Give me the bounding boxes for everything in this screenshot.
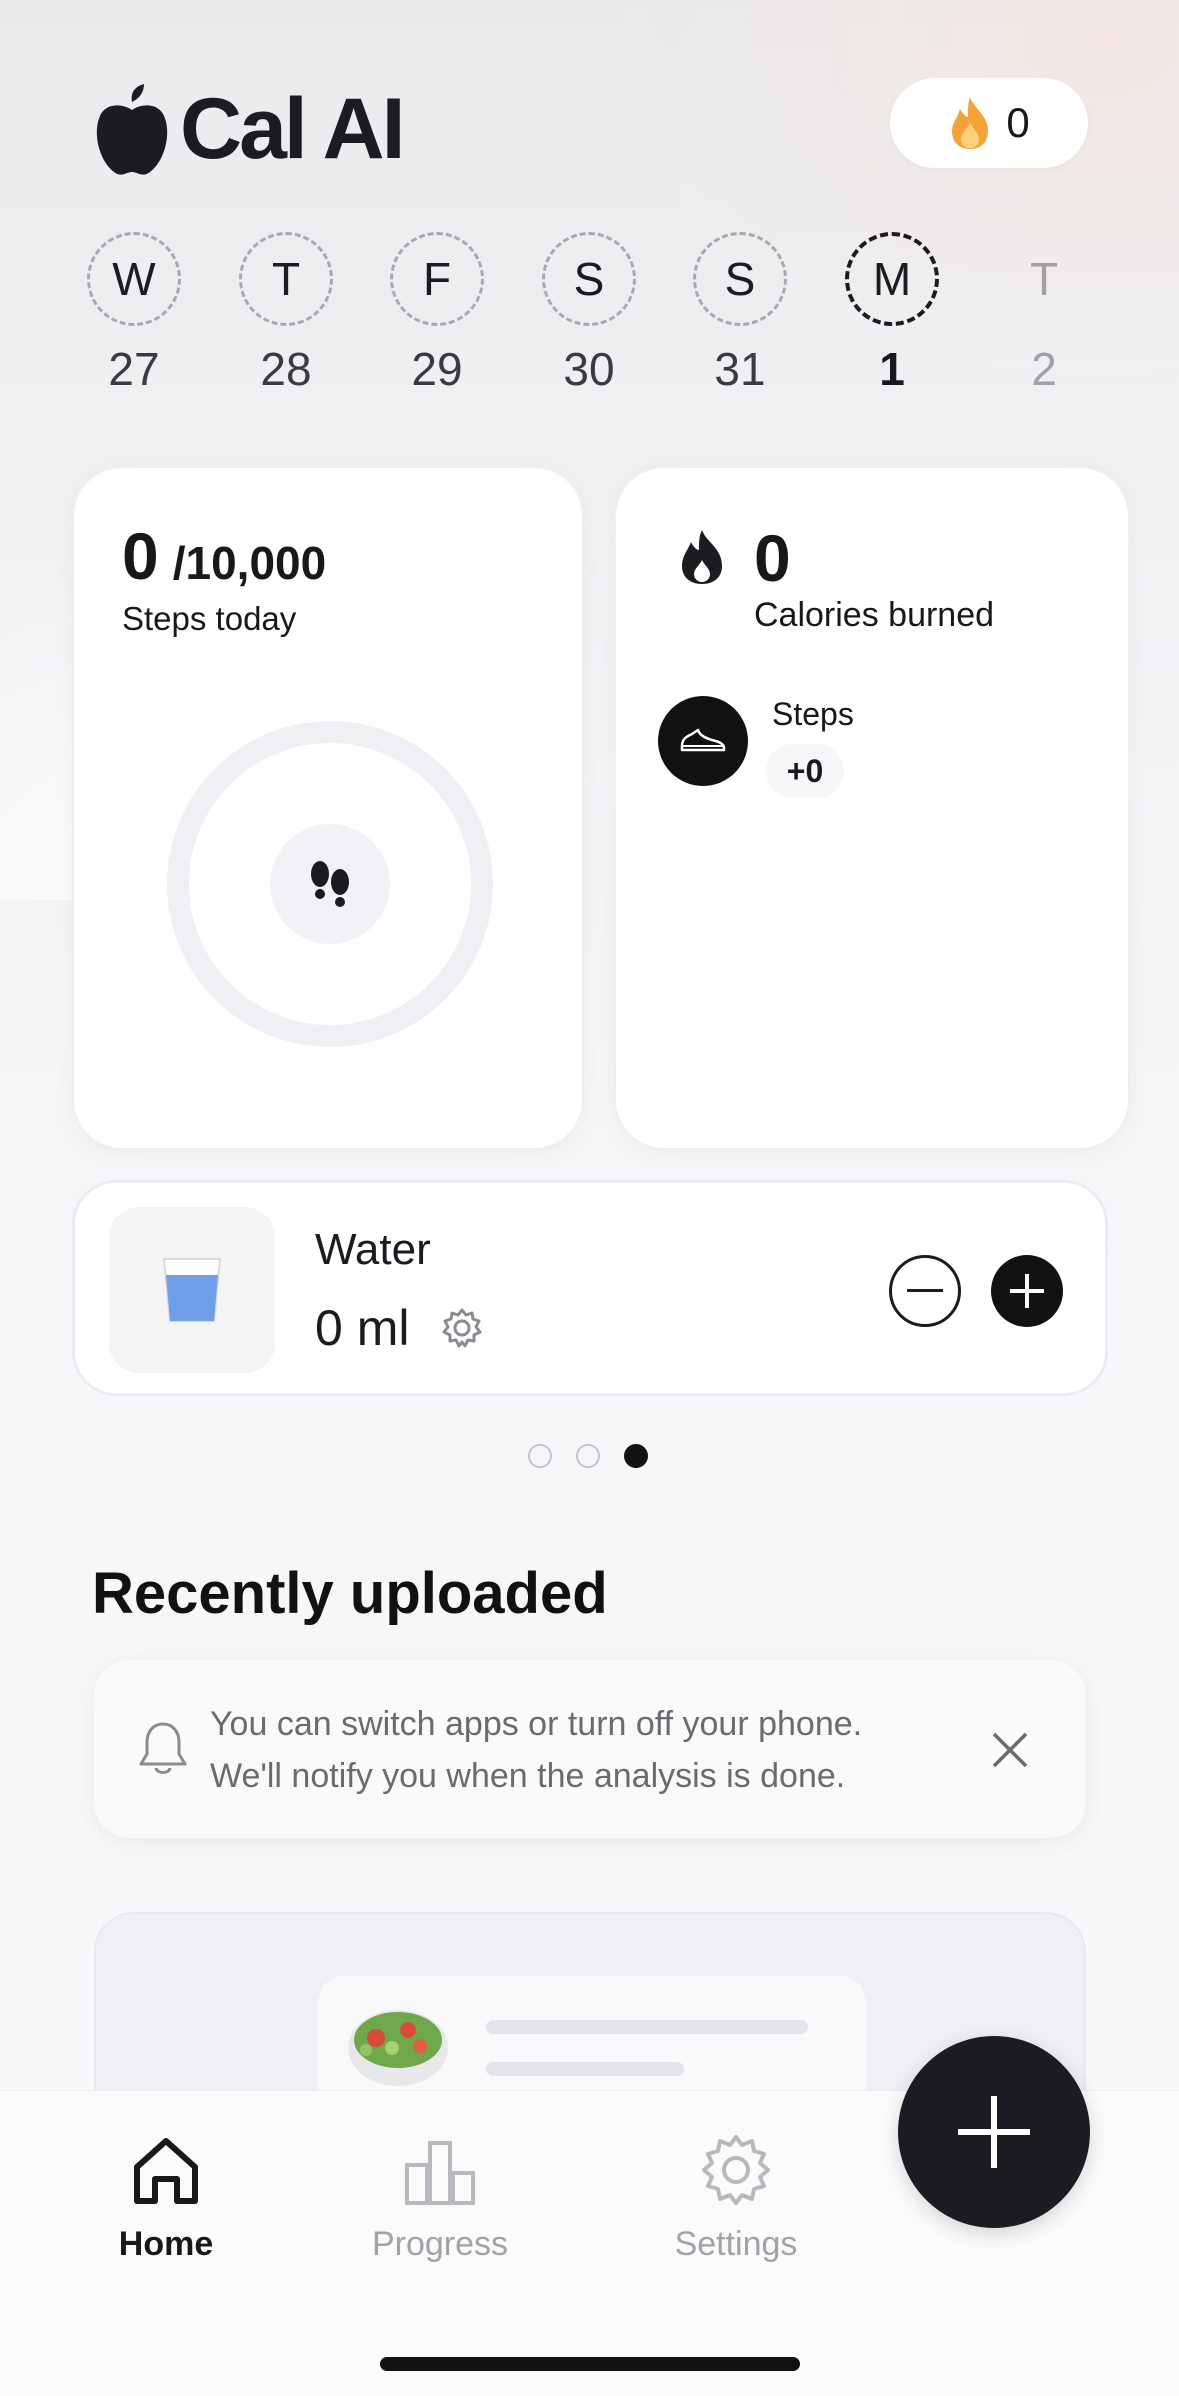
tab-home[interactable]: Home [66,2131,266,2264]
gear-icon[interactable] [441,1307,483,1349]
water-amount: 0 ml [315,1300,410,1356]
day-date: 1 [879,343,905,395]
water-increase-button[interactable] [991,1255,1063,1327]
steps-goal: /10,000 [172,537,327,589]
day-letter: S [542,232,636,326]
app-header: Cal AI [94,80,406,179]
page-dot-active[interactable] [624,1444,648,1468]
day-date: 2 [1031,343,1057,395]
water-card: Water 0 ml [72,1180,1108,1396]
day-letter: T [1029,253,1059,305]
day-date: 30 [563,343,615,395]
day-letter: W [87,232,181,326]
day-date: 28 [260,343,312,395]
home-indicator [380,2357,800,2371]
day-date: 27 [108,343,160,395]
notice-line-2: We'll notify you when the analysis is do… [210,1757,846,1795]
water-glass-icon [109,1207,275,1373]
water-title: Water [315,1225,431,1274]
notice-line-1: You can switch apps or turn off your pho… [210,1705,863,1743]
day-sat-30[interactable]: S 30 [539,232,639,396]
steps-count: 0 /10,000 [122,518,326,594]
close-icon[interactable] [990,1730,1030,1770]
day-letter: F [390,232,484,326]
skeleton-line [486,2062,684,2076]
tab-label: Home [118,2225,214,2263]
day-sun-31[interactable]: S 31 [690,232,790,396]
add-button[interactable] [898,2036,1090,2228]
gear-icon [702,2135,770,2205]
steps-calories-badge: +0 [766,744,844,798]
day-fri-29[interactable]: F 29 [387,232,487,396]
recently-uploaded-heading: Recently uploaded [92,1561,608,1626]
tab-label: Settings [674,2225,798,2263]
app-title: Cal AI [180,81,406,177]
tab-label: Progress [371,2225,509,2263]
page-indicator [528,1444,648,1468]
steps-value: 0 [122,519,159,593]
calories-value: 0 [754,521,791,595]
bar-chart-icon [405,2141,475,2205]
steps-card[interactable]: 0 /10,000 Steps today [72,466,584,1150]
notice-text: You can switch apps or turn off your pho… [210,1698,970,1802]
flame-icon [682,530,722,584]
day-letter: S [693,232,787,326]
home-icon [134,2138,198,2204]
streak-count: 0 [1006,99,1030,146]
footprints-icon [270,824,390,944]
page-dot[interactable] [528,1444,552,1468]
day-letter: T [239,232,333,326]
skeleton-line [486,2020,808,2034]
apple-logo-icon [96,83,168,175]
week-strip: W 27 T 28 F 29 S 30 S 31 M 1 T 2 [84,232,1104,402]
tab-settings[interactable]: Settings [636,2131,836,2264]
day-date: 31 [714,343,766,395]
day-wed-27[interactable]: W 27 [84,232,184,396]
calories-burned-card[interactable]: 0 Calories burned Steps +0 [614,466,1130,1150]
analysis-notice: You can switch apps or turn off your pho… [94,1660,1086,1838]
day-mon-1[interactable]: M 1 [842,232,942,396]
page-dot[interactable] [576,1444,600,1468]
day-tue-2[interactable]: T 2 [994,232,1094,396]
steps-label: Steps today [122,600,297,637]
salad-bowl-icon [348,2010,448,2086]
day-date: 29 [411,343,463,395]
calories-label: Calories burned [754,596,995,634]
bell-icon [139,1722,187,1774]
shoe-icon [658,696,748,786]
streak-badge[interactable]: 0 [890,78,1088,168]
water-decrease-button[interactable] [889,1255,961,1327]
flame-icon [952,97,989,149]
day-letter: M [845,232,939,326]
steps-source-label: Steps [772,696,854,732]
plus-icon [958,2096,1030,2168]
tab-progress[interactable]: Progress [340,2131,540,2264]
day-thu-28[interactable]: T 28 [236,232,336,396]
